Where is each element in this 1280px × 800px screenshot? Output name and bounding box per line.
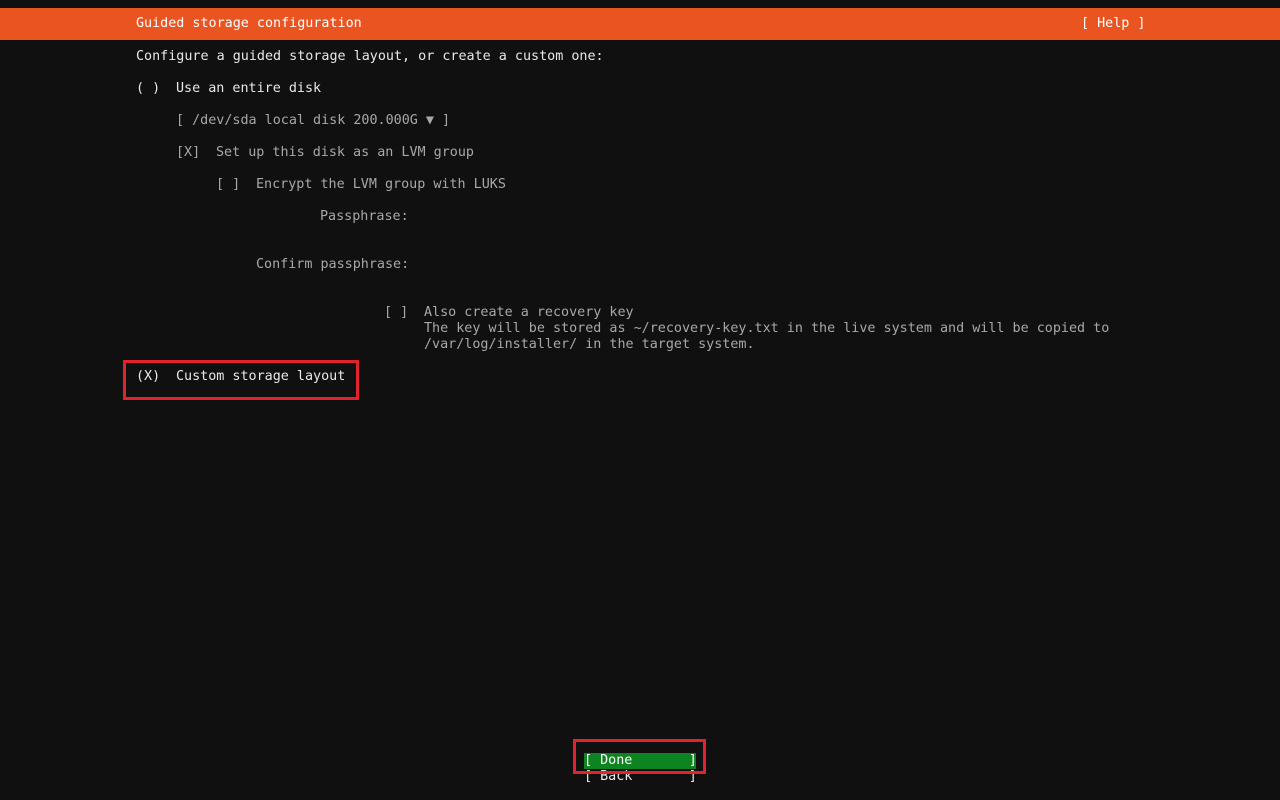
lvm-checkbox[interactable]: [X] xyxy=(176,145,200,161)
passphrase-label: Passphrase: xyxy=(320,209,409,224)
confirm-passphrase-label: Confirm passphrase: xyxy=(256,257,410,272)
header-bar: Guided storage configuration [ Help ] xyxy=(0,8,1280,40)
entire-disk-label: Use an entire disk xyxy=(176,81,322,96)
recovery-key-checkbox[interactable]: [ ] xyxy=(384,305,408,321)
recovery-key-note-line-1: The key will be stored as ~/recovery-key… xyxy=(424,321,1110,336)
lvm-label: Set up this disk as an LVM group xyxy=(216,145,474,160)
help-button[interactable]: [ Help ] xyxy=(1081,16,1146,32)
entire-disk-radio[interactable]: ( ) xyxy=(136,81,160,97)
intro-text: Configure a guided storage layout, or cr… xyxy=(136,49,604,64)
recovery-key-note-line-2: /var/log/installer/ in the target system… xyxy=(424,337,755,352)
custom-layout-highlight xyxy=(123,360,359,400)
disk-select[interactable]: [ /dev/sda local disk 200.000G ▼ ] xyxy=(176,113,450,129)
recovery-key-label: Also create a recovery key xyxy=(424,305,634,320)
page-title: Guided storage configuration xyxy=(136,16,362,31)
done-button-highlight xyxy=(573,739,706,774)
luks-label: Encrypt the LVM group with LUKS xyxy=(256,177,506,192)
luks-checkbox[interactable]: [ ] xyxy=(216,177,240,193)
installer-screen: Guided storage configuration [ Help ] Co… xyxy=(0,0,1280,800)
